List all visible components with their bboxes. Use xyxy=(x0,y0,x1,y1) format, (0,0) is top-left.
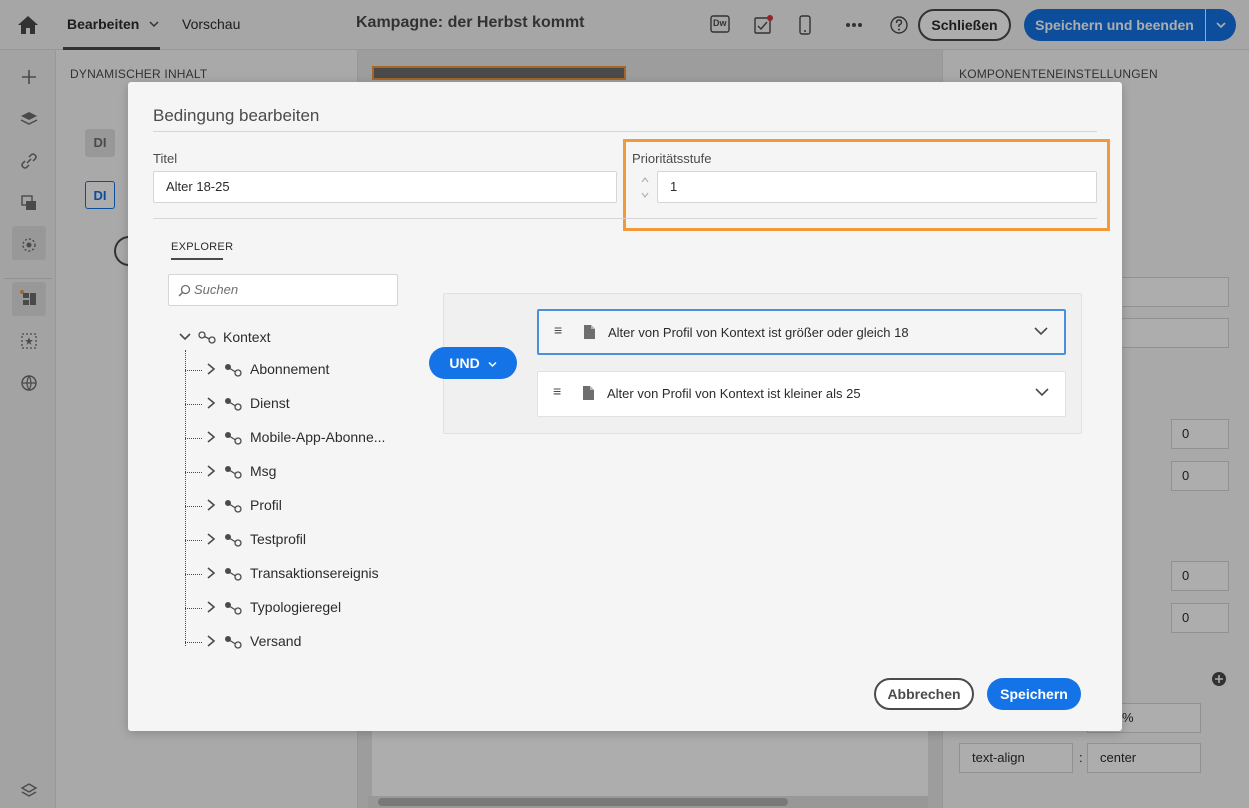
node-link-icon xyxy=(225,364,242,377)
search-icon xyxy=(178,284,191,297)
tree-connector xyxy=(185,506,202,507)
document-icon xyxy=(584,325,595,339)
search-placeholder: Suchen xyxy=(194,282,239,297)
divider xyxy=(153,131,1097,132)
node-link-icon xyxy=(225,636,242,649)
chevron-right-icon[interactable] xyxy=(205,498,217,512)
node-link-icon xyxy=(225,398,242,411)
document-icon xyxy=(583,386,594,400)
condition-text: Alter von Profil von Kontext ist größer … xyxy=(608,325,909,340)
chevron-right-icon[interactable] xyxy=(205,464,217,478)
operator-label: UND xyxy=(449,355,480,371)
save-button[interactable]: Speichern xyxy=(987,678,1081,710)
tree-connector xyxy=(185,540,202,541)
tab-explorer[interactable]: EXPLORER xyxy=(171,241,233,253)
tree-connector xyxy=(185,472,202,473)
chevron-right-icon[interactable] xyxy=(205,566,217,580)
tree-item-label: Msg xyxy=(250,463,277,479)
chevron-right-icon[interactable] xyxy=(205,634,217,648)
drag-handle-icon[interactable]: ≡ xyxy=(553,384,563,398)
node-link-icon xyxy=(198,331,216,344)
chevron-right-icon[interactable] xyxy=(205,600,217,614)
chevron-down-icon[interactable] xyxy=(1035,387,1049,397)
operator-dropdown[interactable]: UND xyxy=(429,347,517,379)
active-tab-indicator xyxy=(171,258,223,260)
node-link-icon xyxy=(225,466,242,479)
condition-row[interactable]: ≡ Alter von Profil von Kontext ist größe… xyxy=(537,309,1066,355)
tree-root-label: Kontext xyxy=(223,329,271,345)
chevron-up-icon[interactable] xyxy=(640,174,650,186)
search-input[interactable]: Suchen xyxy=(168,274,398,306)
tree-item-label: Profil xyxy=(250,497,282,513)
node-link-icon xyxy=(225,602,242,615)
priority-label: Prioritätsstufe xyxy=(632,151,712,166)
tree-item-label: Testprofil xyxy=(250,531,307,547)
tree-connector xyxy=(185,642,202,643)
tree-connector xyxy=(185,608,202,609)
condition-row[interactable]: ≡ Alter von Profil von Kontext ist klein… xyxy=(537,371,1066,417)
node-link-icon xyxy=(225,534,242,547)
dialog-title: Bedingung bearbeiten xyxy=(153,106,320,125)
chevron-right-icon[interactable] xyxy=(205,396,217,410)
node-link-icon xyxy=(225,568,242,581)
priority-stepper[interactable] xyxy=(638,174,652,202)
drag-handle-icon[interactable]: ≡ xyxy=(554,323,564,337)
tree-item-label: Versand xyxy=(250,633,302,649)
tree-item-label: Abonnement xyxy=(250,361,330,377)
chevron-right-icon[interactable] xyxy=(205,532,217,546)
chevron-right-icon[interactable] xyxy=(205,430,217,444)
chevron-down-icon xyxy=(488,361,497,367)
tree-connector xyxy=(185,574,202,575)
edit-condition-dialog: Bedingung bearbeiten Titel Alter 18-25 P… xyxy=(128,82,1122,731)
tree-item-label: Typologieregel xyxy=(250,599,342,615)
tree-item-label: Dienst xyxy=(250,395,290,411)
chevron-right-icon[interactable] xyxy=(205,362,217,376)
title-input[interactable]: Alter 18-25 xyxy=(153,171,617,203)
tree-connector xyxy=(185,438,202,439)
title-label: Titel xyxy=(153,151,178,166)
cancel-button[interactable]: Abbrechen xyxy=(874,678,974,710)
tree-item-label: Mobile-App-Abonne... xyxy=(250,429,386,445)
chevron-down-icon[interactable] xyxy=(1034,326,1048,336)
chevron-down-icon[interactable] xyxy=(178,332,192,342)
node-link-icon xyxy=(225,500,242,513)
priority-input[interactable]: 1 xyxy=(657,171,1097,203)
tree-connector xyxy=(185,350,186,646)
chevron-down-icon[interactable] xyxy=(640,189,650,201)
tree-connector xyxy=(185,370,202,371)
tree-connector xyxy=(185,404,202,405)
condition-text: Alter von Profil von Kontext ist kleiner… xyxy=(607,386,861,401)
node-link-icon xyxy=(225,432,242,445)
divider xyxy=(153,218,1097,219)
tree-item-label: Transaktionsereignis xyxy=(250,565,379,581)
